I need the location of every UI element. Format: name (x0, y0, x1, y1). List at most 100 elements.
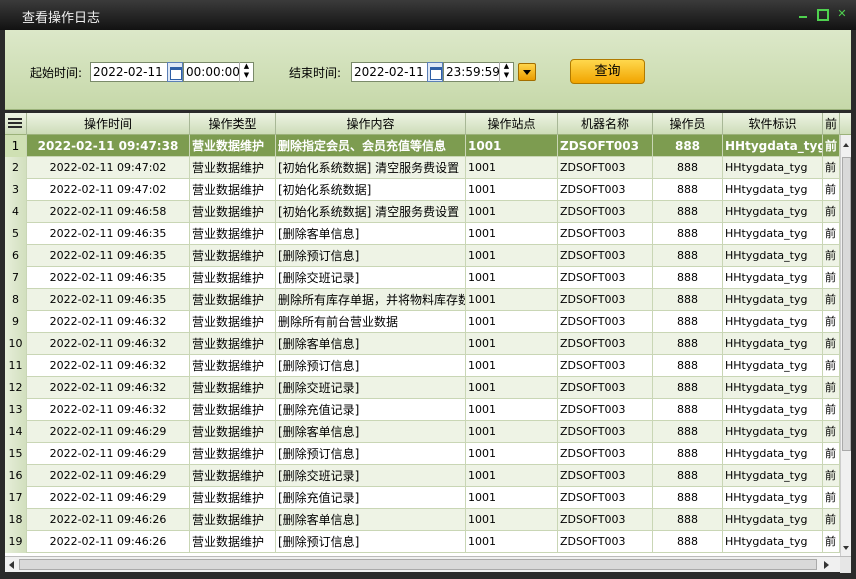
table-row[interactable]: 19 2022-02-11 09:46:26 营业数据维护 [删除预订信息] 1001 Z… (5, 531, 851, 553)
table-cell-machine: ZDSOFT003 (558, 399, 653, 421)
table-row[interactable]: 18 2022-02-11 09:46:26 营业数据维护 [删除客单信息] 1001 Z… (5, 509, 851, 531)
table-cell-content: [删除充值记录] (276, 399, 466, 421)
horizontal-scrollbar[interactable] (5, 556, 851, 573)
end-time-input[interactable]: 23:59:59 ▲ ▼ (443, 62, 514, 82)
table-cell-op: 888 (653, 443, 723, 465)
column-header[interactable]: 操作站点 (466, 113, 558, 135)
table-row[interactable]: 7 2022-02-11 09:46:35 营业数据维护 [删除交班记录] 1001 ZD… (5, 267, 851, 289)
table-cell-time: 2022-02-11 09:46:29 (27, 421, 190, 443)
start-time-input[interactable]: 00:00:00 ▲ ▼ (183, 62, 254, 82)
table-cell-type: 营业数据维护 (190, 135, 276, 157)
minimize-icon[interactable] (797, 8, 809, 20)
table-cell-extra: 前 (823, 465, 840, 487)
table-cell-content: [删除客单信息] (276, 333, 466, 355)
column-header[interactable]: 操作类型 (190, 113, 276, 135)
horizontal-scroll-thumb[interactable] (19, 559, 817, 570)
table-row[interactable]: 13 2022-02-11 09:46:32 营业数据维护 [删除充值记录] 1001 Z… (5, 399, 851, 421)
table-cell-soft: HHtygdata_tyg (723, 223, 823, 245)
table-row[interactable]: 17 2022-02-11 09:46:29 营业数据维护 [删除充值记录] 1001 Z… (5, 487, 851, 509)
start-calendar-icon[interactable] (167, 62, 183, 82)
table-cell-time: 2022-02-11 09:47:02 (27, 157, 190, 179)
start-time-spinner-icon[interactable]: ▲ ▼ (239, 62, 253, 82)
row-number: 10 (5, 333, 27, 355)
row-number: 4 (5, 201, 27, 223)
column-header[interactable]: 操作时间 (27, 113, 190, 135)
start-date-input[interactable]: 2022-02-11 (90, 62, 168, 82)
log-table: 操作时间 操作类型 操作内容 操作站点 机器名称 操作员 软件标识 前 1 202… (5, 113, 851, 556)
table-cell-machine: ZDSOFT003 (558, 531, 653, 553)
table-cell-soft: HHtygdata_tyg (723, 311, 823, 333)
table-row[interactable]: 3 2022-02-11 09:47:02 营业数据维护 [初始化系统数据] 1001 Z… (5, 179, 851, 201)
table-cell-op: 888 (653, 201, 723, 223)
table-cell-site: 1001 (466, 531, 558, 553)
table-cell-soft: HHtygdata_tyg (723, 157, 823, 179)
table-cell-site: 1001 (466, 223, 558, 245)
table-cell-site: 1001 (466, 443, 558, 465)
table-cell-op: 888 (653, 179, 723, 201)
table-cell-type: 营业数据维护 (190, 289, 276, 311)
end-calendar-icon[interactable] (427, 62, 443, 82)
table-cell-time: 2022-02-11 09:46:32 (27, 333, 190, 355)
table-row[interactable]: 4 2022-02-11 09:46:58 营业数据维护 [初始化系统数据] 清空服务… (5, 201, 851, 223)
table-row[interactable]: 14 2022-02-11 09:46:29 营业数据维护 [删除客单信息] 1001 Z… (5, 421, 851, 443)
table-cell-site: 1001 (466, 135, 558, 157)
column-header[interactable]: 操作内容 (276, 113, 466, 135)
table-row[interactable]: 10 2022-02-11 09:46:32 营业数据维护 [删除客单信息] 1001 Z… (5, 333, 851, 355)
table-cell-soft: HHtygdata_tyg (723, 377, 823, 399)
table-cell-extra: 前 (823, 509, 840, 531)
scroll-up-icon[interactable] (843, 143, 849, 147)
table-cell-machine: ZDSOFT003 (558, 245, 653, 267)
column-header[interactable]: 前 (823, 113, 840, 135)
scroll-right-icon[interactable] (824, 561, 829, 569)
table-row[interactable]: 1 2022-02-11 09:47:38 营业数据维护 删除指定会员、会员充值等信息… (5, 135, 851, 157)
table-row[interactable]: 12 2022-02-11 09:46:32 营业数据维护 [删除交班记录] 1001 Z… (5, 377, 851, 399)
table-row[interactable]: 9 2022-02-11 09:46:32 营业数据维护 删除所有前台营业数据 1001… (5, 311, 851, 333)
table-cell-time: 2022-02-11 09:46:26 (27, 531, 190, 553)
table-cell-machine: ZDSOFT003 (558, 157, 653, 179)
table-cell-machine: ZDSOFT003 (558, 355, 653, 377)
scroll-down-icon[interactable] (843, 546, 849, 550)
table-cell-time: 2022-02-11 09:46:26 (27, 509, 190, 531)
table-cell-machine: ZDSOFT003 (558, 443, 653, 465)
row-number: 17 (5, 487, 27, 509)
table-row[interactable]: 15 2022-02-11 09:46:29 营业数据维护 [删除预订信息] 1001 Z… (5, 443, 851, 465)
vertical-scrollbar[interactable] (840, 135, 851, 556)
table-cell-extra: 前 (823, 333, 840, 355)
table-row[interactable]: 2 2022-02-11 09:47:02 营业数据维护 [初始化系统数据] 清空服务… (5, 157, 851, 179)
close-icon[interactable]: ✕ (836, 8, 848, 20)
table-cell-content: [初始化系统数据] 清空服务费设置 (276, 157, 466, 179)
table-cell-type: 营业数据维护 (190, 377, 276, 399)
row-number: 13 (5, 399, 27, 421)
maximize-icon[interactable] (816, 8, 829, 21)
table-cell-soft: HHtygdata_tyg (723, 289, 823, 311)
start-time-label: 起始时间: (30, 66, 83, 80)
end-date-input[interactable]: 2022-02-11 (351, 62, 429, 82)
chevron-down-icon[interactable] (518, 63, 536, 81)
table-cell-site: 1001 (466, 179, 558, 201)
table-cell-type: 营业数据维护 (190, 531, 276, 553)
table-cell-soft: HHtygdata_tyg (723, 245, 823, 267)
table-cell-type: 营业数据维护 (190, 157, 276, 179)
column-menu-icon[interactable] (5, 113, 27, 135)
end-time-spinner-icon[interactable]: ▲ ▼ (499, 62, 513, 82)
table-cell-soft: HHtygdata_tyg (723, 179, 823, 201)
table-row[interactable]: 5 2022-02-11 09:46:35 营业数据维护 [删除客单信息] 1001 ZD… (5, 223, 851, 245)
table-row[interactable]: 16 2022-02-11 09:46:29 营业数据维护 [删除交班记录] 1001 Z… (5, 465, 851, 487)
table-cell-content: [删除交班记录] (276, 267, 466, 289)
vertical-scroll-thumb[interactable] (842, 157, 851, 451)
table-cell-time: 2022-02-11 09:46:35 (27, 245, 190, 267)
table-row[interactable]: 6 2022-02-11 09:46:35 营业数据维护 [删除预订信息] 1001 ZD… (5, 245, 851, 267)
table-row[interactable]: 8 2022-02-11 09:46:35 营业数据维护 删除所有库存单据，并将物料库… (5, 289, 851, 311)
table-cell-time: 2022-02-11 09:47:02 (27, 179, 190, 201)
table-cell-time: 2022-02-11 09:47:38 (27, 135, 190, 157)
table-row[interactable]: 11 2022-02-11 09:46:32 营业数据维护 [删除预订信息] 1001 Z… (5, 355, 851, 377)
table-cell-time: 2022-02-11 09:46:58 (27, 201, 190, 223)
scroll-left-icon[interactable] (9, 561, 14, 569)
table-cell-content: [删除客单信息] (276, 421, 466, 443)
column-header[interactable]: 操作员 (653, 113, 723, 135)
column-header[interactable]: 软件标识 (723, 113, 823, 135)
table-cell-type: 营业数据维护 (190, 179, 276, 201)
column-header[interactable]: 机器名称 (558, 113, 653, 135)
table-cell-time: 2022-02-11 09:46:29 (27, 465, 190, 487)
query-button[interactable]: 查询 (570, 59, 645, 84)
